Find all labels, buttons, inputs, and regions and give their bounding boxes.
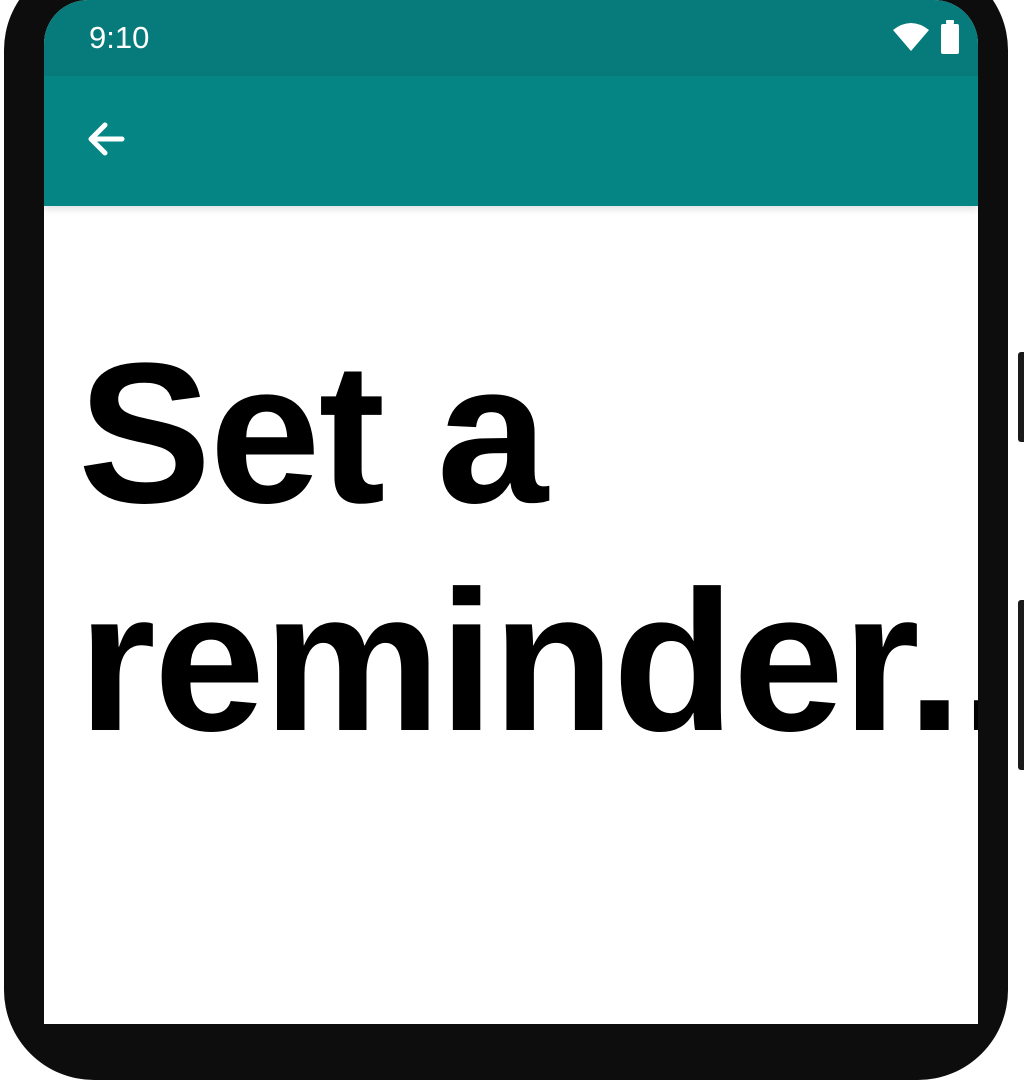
wifi-icon	[892, 22, 930, 57]
status-bar: 9:10	[44, 0, 978, 76]
reminder-message: Set a reminder..	[78, 322, 978, 773]
volume-button	[1018, 352, 1024, 442]
battery-icon	[940, 19, 960, 59]
screen: 9:10 Set a reminder..	[44, 0, 978, 1024]
status-time: 9:10	[89, 20, 150, 55]
arrow-left-icon	[86, 121, 126, 162]
power-button	[1018, 600, 1024, 770]
status-icons	[892, 19, 960, 59]
app-bar	[44, 76, 978, 206]
back-button[interactable]	[74, 109, 138, 173]
